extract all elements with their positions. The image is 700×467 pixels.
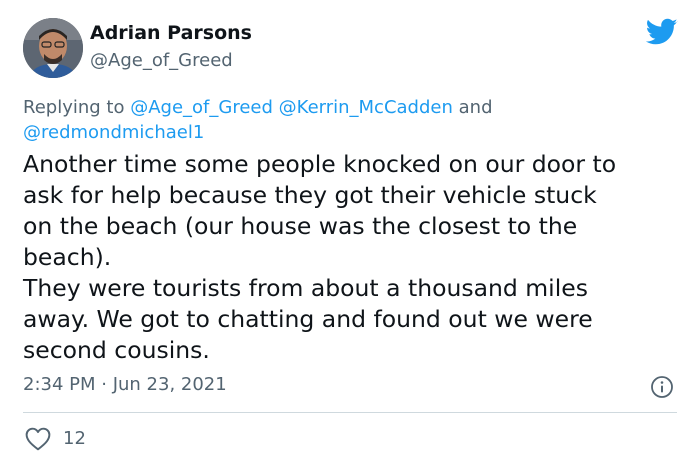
tweet-line: ask for help because they got their vehi… <box>23 181 597 209</box>
tweet-line: beach). <box>23 243 112 271</box>
tweet-text: Another time some people knocked on our … <box>23 149 683 366</box>
twitter-bird-icon[interactable] <box>646 18 678 46</box>
tweet-timestamp[interactable]: 2:34 PM · Jun 23, 2021 <box>23 374 227 395</box>
mention-link[interactable]: @Age_of_Greed <box>130 97 273 118</box>
author-handle[interactable]: @Age_of_Greed <box>90 50 233 71</box>
replying-joiner: and <box>458 97 493 118</box>
tweet-line: on the beach (our house was the closest … <box>23 212 578 240</box>
mention-link[interactable]: @redmondmichael1 <box>23 122 204 143</box>
replying-prefix: Replying to <box>23 97 125 118</box>
info-icon[interactable] <box>650 375 674 399</box>
mention-link[interactable]: @Kerrin_McCadden <box>279 97 453 118</box>
author-name[interactable]: Adrian Parsons <box>90 22 252 44</box>
divider <box>23 412 677 413</box>
tweet-line: away. We got to chatting and found out w… <box>23 305 593 333</box>
avatar-photo <box>23 18 83 78</box>
avatar[interactable] <box>23 18 83 78</box>
heart-icon[interactable] <box>25 427 51 451</box>
replying-to: Replying to @Age_of_Greed @Kerrin_McCadd… <box>23 95 623 145</box>
tweet-line: Another time some people knocked on our … <box>23 150 617 178</box>
like-count: 12 <box>63 428 86 449</box>
tweet-line: second cousins. <box>23 336 210 364</box>
tweet-line: They were tourists from about a thousand… <box>23 274 588 302</box>
